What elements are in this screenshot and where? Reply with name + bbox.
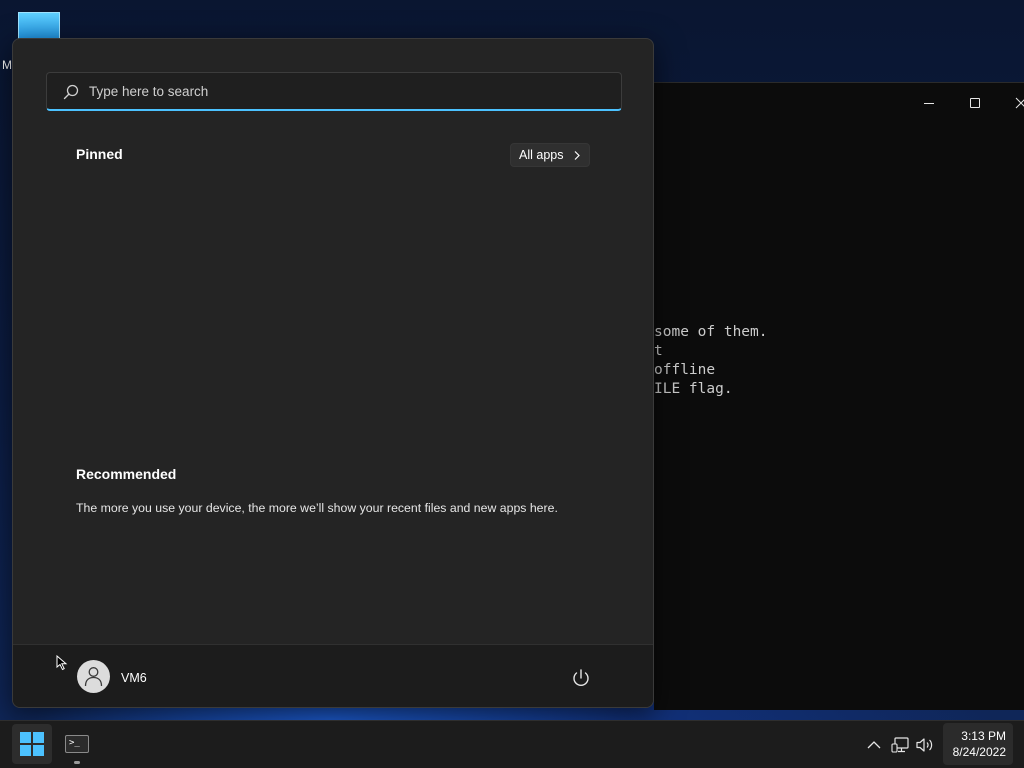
start-menu: Pinned All apps Recommended The more you… [12, 38, 654, 708]
search-icon [63, 84, 79, 100]
start-button[interactable] [12, 724, 52, 764]
desktop-shortcut-label[interactable]: M [2, 58, 12, 72]
terminal-line: t [654, 343, 663, 359]
clock-time: 3:13 PM [961, 729, 1006, 743]
search-input[interactable] [89, 73, 609, 110]
user-avatar[interactable] [77, 660, 110, 693]
maximize-button[interactable] [960, 93, 990, 113]
user-name[interactable]: VM6 [121, 671, 147, 685]
all-apps-label: All apps [519, 148, 564, 162]
power-icon[interactable] [569, 666, 593, 690]
terminal-line: ILE flag. [654, 381, 733, 397]
close-button[interactable] [1006, 93, 1024, 113]
minimize-icon [924, 103, 934, 104]
terminal-output: some of them. t offline ILE flag. [654, 323, 768, 399]
mouse-cursor-icon [56, 655, 68, 671]
running-indicator [74, 761, 80, 764]
minimize-button[interactable] [914, 93, 944, 113]
terminal-line: some of them. [654, 324, 768, 340]
maximize-icon [970, 98, 980, 108]
pinned-heading: Pinned [76, 146, 123, 162]
clock-date: 8/24/2022 [952, 745, 1006, 759]
taskbar-terminal-button[interactable]: >_ [58, 724, 98, 764]
taskbar: >_ 3:13 PM 8/24/2022 [0, 720, 1024, 768]
terminal-window[interactable]: some of them. t offline ILE flag. [654, 82, 1024, 710]
recommended-heading: Recommended [76, 466, 177, 482]
terminal-line: offline [654, 362, 716, 378]
terminal-icon: >_ [65, 735, 89, 753]
chevron-up-icon[interactable] [864, 735, 884, 755]
recommended-empty-message: The more you use your device, the more w… [76, 501, 558, 515]
search-box[interactable] [46, 72, 622, 111]
volume-icon[interactable] [915, 735, 935, 755]
network-icon[interactable] [891, 735, 911, 755]
all-apps-button[interactable]: All apps [510, 143, 590, 167]
start-menu-footer: VM6 [13, 644, 653, 707]
user-icon [84, 667, 103, 687]
chevron-right-icon [574, 151, 580, 160]
taskbar-clock[interactable]: 3:13 PM 8/24/2022 [943, 723, 1013, 765]
close-icon [1015, 97, 1024, 109]
